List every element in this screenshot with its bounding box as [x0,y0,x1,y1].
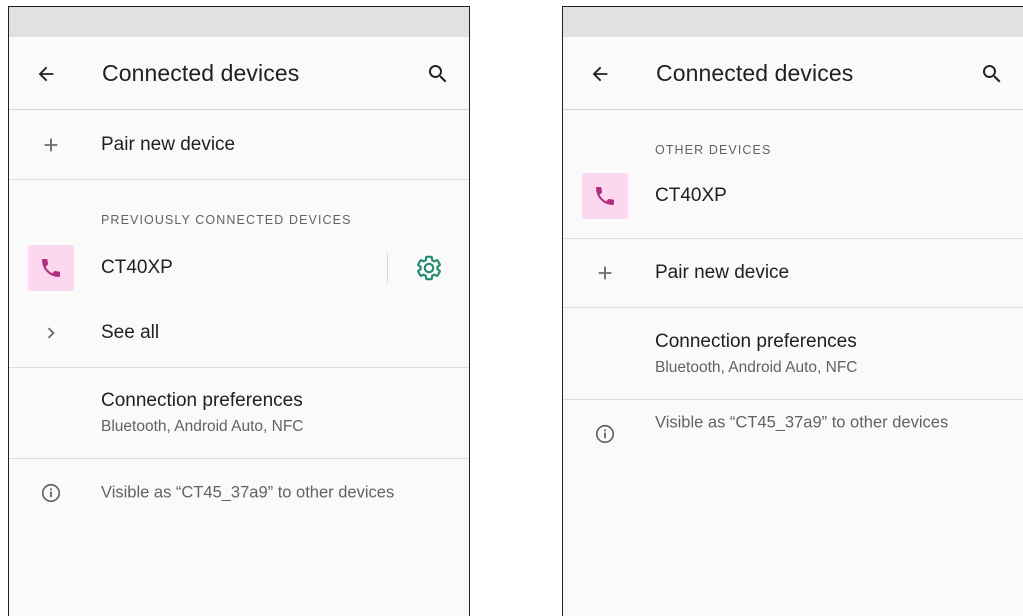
device-settings-button[interactable] [411,250,447,286]
connection-preferences-row[interactable]: Connection preferences Bluetooth, Androi… [563,308,1023,399]
device-icon [28,245,74,291]
connection-preferences-text: Connection preferences Bluetooth, Androi… [101,390,303,436]
connection-preferences-summary: Bluetooth, Android Auto, NFC [655,358,858,376]
other-devices-header: OTHER DEVICES [563,110,1023,157]
pair-new-device-row[interactable]: Pair new device [563,239,1023,307]
back-button[interactable] [585,59,615,89]
info-icon-wrap [581,410,629,458]
magnifier-icon [429,65,447,83]
app-bar: Connected devices [563,37,1023,110]
plus-icon [44,138,58,151]
previously-connected-header: PREVIOUSLY CONNECTED DEVICES [9,180,469,237]
arrow-left-icon [592,66,608,82]
see-all-label: See all [101,322,160,343]
right-screen: Connected devices OTHER DEVICES CT40XP P… [562,6,1023,616]
pair-new-device-row[interactable]: Pair new device [9,110,469,179]
visibility-text: Visible as “CT45_37a9” to other devices [655,413,949,432]
device-row-ct40xp[interactable]: CT40XP [9,237,469,299]
status-bar [9,7,469,37]
info-circle-icon [41,483,61,503]
magnifier-icon [983,65,1001,83]
add-icon-wrap [27,121,75,169]
pair-new-device-label: Pair new device [101,133,236,155]
expand-icon-wrap [27,309,75,357]
arrow-left-icon [38,66,54,82]
visibility-row: Visible as “CT45_37a9” to other devices [9,459,469,527]
connection-preferences-row[interactable]: Connection preferences Bluetooth, Androi… [9,368,469,458]
info-circle-icon [595,424,615,444]
add-icon-wrap [581,249,629,297]
status-bar [563,7,1023,37]
see-all-row[interactable]: See all [9,299,469,367]
pair-new-device-label: Pair new device [655,262,790,283]
info-icon-wrap [27,469,75,517]
connection-preferences-title: Connection preferences [101,390,303,411]
gear-icon [417,255,441,281]
visibility-text: Visible as “CT45_37a9” to other devices [101,483,395,502]
connection-preferences-title: Connection preferences [655,330,857,352]
visibility-row: Visible as “CT45_37a9” to other devices [563,400,1023,468]
device-name: CT40XP [655,185,727,206]
phone-icon [42,259,60,277]
back-button[interactable] [31,59,61,89]
device-icon-wrap [581,172,629,220]
page-title: Connected devices [656,60,854,86]
chevron-right-icon [47,327,55,339]
vertical-separator [387,253,388,283]
connection-preferences-text: Connection preferences Bluetooth, Androi… [655,331,857,377]
plus-icon [598,266,612,280]
page-title: Connected devices [102,60,300,86]
device-name: CT40XP [101,257,173,278]
connection-preferences-summary: Bluetooth, Android Auto, NFC [101,418,304,435]
device-icon-wrap [27,244,75,292]
phone-icon [596,187,614,205]
device-row-ct40xp[interactable]: CT40XP [563,154,1023,238]
search-button[interactable] [977,59,1007,89]
section-header-label: PREVIOUSLY CONNECTED DEVICES [101,213,352,227]
app-bar: Connected devices [9,37,469,110]
search-button[interactable] [423,59,453,89]
left-screen: Connected devices Pair new device PREVIO… [8,6,470,616]
device-icon [582,173,628,219]
